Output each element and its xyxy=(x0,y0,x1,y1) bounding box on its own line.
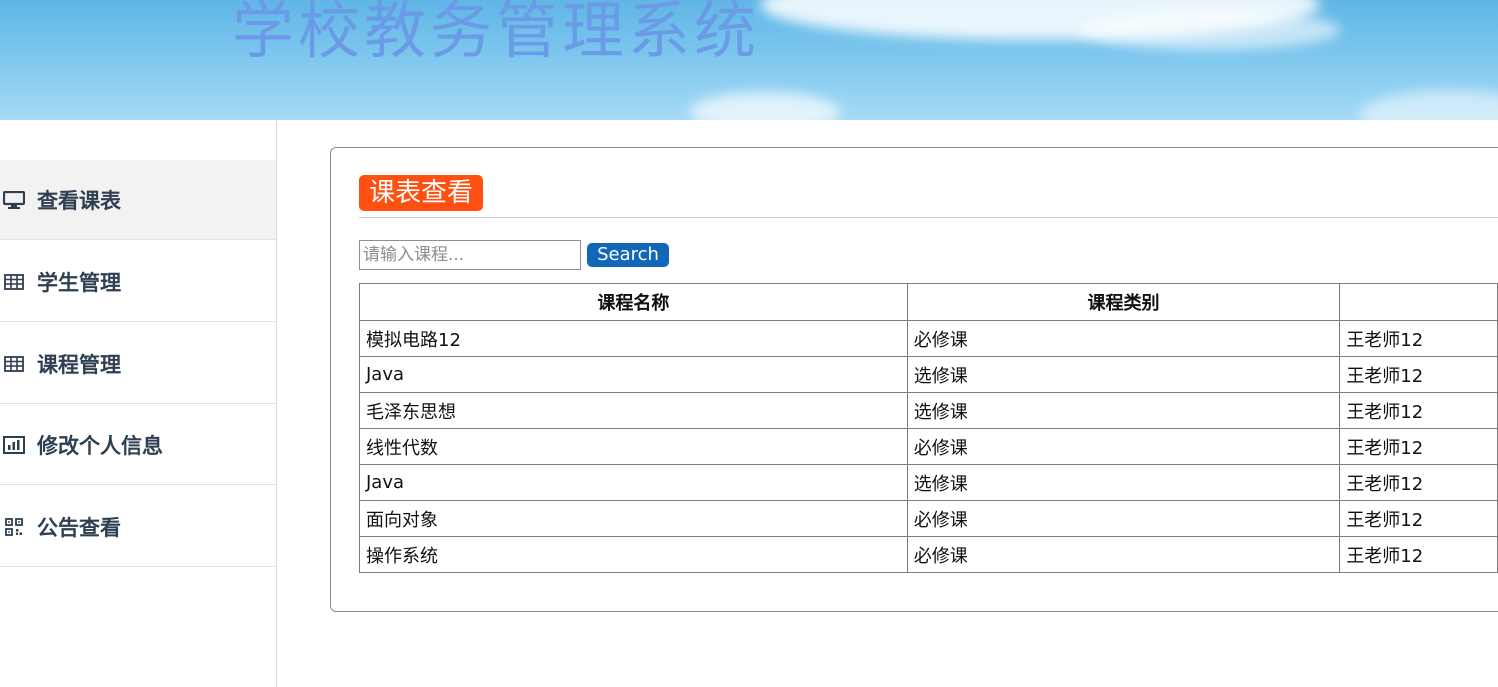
teacher-cell: 王老师12 xyxy=(1339,536,1498,573)
page-title: 课表查看 xyxy=(359,175,484,211)
cloud-decoration xyxy=(690,92,840,120)
monitor-icon xyxy=(3,190,25,210)
course-type-cell: 选修课 xyxy=(906,356,1341,393)
course-name-cell: 面向对象 xyxy=(359,500,908,537)
course-name-cell: Java xyxy=(359,464,908,501)
table-row: 模拟电路12 必修课 王老师12 xyxy=(359,320,1498,357)
table-header-row: 课程名称 课程类别 xyxy=(359,283,1498,321)
cloud-decoration xyxy=(1360,90,1498,120)
table-row: 操作系统 必修课 王老师12 xyxy=(359,536,1498,573)
course-name-cell: 模拟电路12 xyxy=(359,320,908,357)
sidebar-item-course-management[interactable]: 课程管理 xyxy=(0,324,276,404)
course-table: 课程名称 课程类别 模拟电路12 必修课 王老师12 Java 选修课 王老师1… xyxy=(359,283,1498,573)
course-name-cell: Java xyxy=(359,356,908,393)
table-icon xyxy=(3,272,25,292)
course-type-cell: 必修课 xyxy=(906,428,1341,465)
teacher-cell: 王老师12 xyxy=(1339,320,1498,357)
sidebar-item-label: 学生管理 xyxy=(37,270,121,295)
sidebar-item-label: 课程管理 xyxy=(37,352,121,377)
teacher-cell: 王老师12 xyxy=(1339,356,1498,393)
course-type-cell: 必修课 xyxy=(906,536,1341,573)
sidebar-item-announcements[interactable]: 公告查看 xyxy=(0,487,276,567)
sidebar-item-student-management[interactable]: 学生管理 xyxy=(0,242,276,322)
table-icon xyxy=(3,354,25,374)
table-row: Java 选修课 王老师12 xyxy=(359,356,1498,393)
sidebar-item-edit-profile[interactable]: 修改个人信息 xyxy=(0,405,276,485)
teacher-cell: 王老师12 xyxy=(1339,392,1498,429)
sidebar-item-label: 查看课表 xyxy=(37,188,121,213)
app-title: 学校教务管理系统 xyxy=(232,0,761,67)
sidebar-item-label: 公告查看 xyxy=(37,515,121,540)
sidebar-item-label: 修改个人信息 xyxy=(37,433,163,458)
course-type-cell: 必修课 xyxy=(906,500,1341,537)
qrcode-icon xyxy=(3,517,25,537)
course-type-cell: 必修课 xyxy=(906,320,1341,357)
teacher-cell: 王老师12 xyxy=(1339,428,1498,465)
teacher-cell: 王老师12 xyxy=(1339,464,1498,501)
course-type-cell: 选修课 xyxy=(906,464,1341,501)
header-banner: 学校教务管理系统 xyxy=(0,0,1498,120)
course-name-cell: 毛泽东思想 xyxy=(359,392,908,429)
column-header-teacher xyxy=(1339,283,1498,321)
sidebar: 查看课表 学生管理 课程管理 修改个人信息 公告查看 xyxy=(0,120,277,687)
bar-chart-icon xyxy=(3,435,25,455)
title-divider xyxy=(359,217,1498,218)
teacher-cell: 王老师12 xyxy=(1339,500,1498,537)
cloud-decoration xyxy=(1080,10,1340,50)
search-input[interactable] xyxy=(359,240,581,270)
search-button[interactable]: Search xyxy=(587,243,669,267)
column-header-course-type: 课程类别 xyxy=(906,283,1341,321)
table-row: 线性代数 必修课 王老师12 xyxy=(359,428,1498,465)
table-row: 毛泽东思想 选修课 王老师12 xyxy=(359,392,1498,429)
course-name-cell: 操作系统 xyxy=(359,536,908,573)
course-name-cell: 线性代数 xyxy=(359,428,908,465)
sidebar-item-view-schedule[interactable]: 查看课表 xyxy=(0,160,276,240)
table-row: 面向对象 必修课 王老师12 xyxy=(359,500,1498,537)
column-header-course-name: 课程名称 xyxy=(359,283,908,321)
table-row: Java 选修课 王老师12 xyxy=(359,464,1498,501)
course-type-cell: 选修课 xyxy=(906,392,1341,429)
